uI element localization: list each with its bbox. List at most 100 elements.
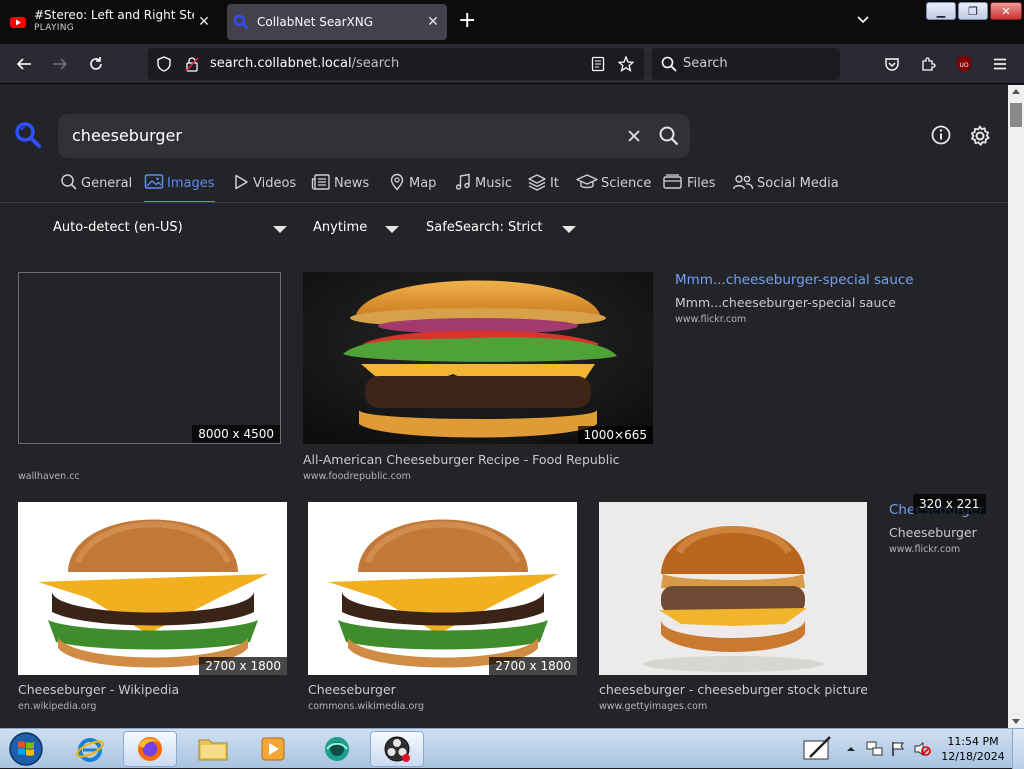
chevron-down-icon[interactable]: [385, 226, 399, 233]
restore-button[interactable]: ❐: [958, 2, 988, 20]
taskbar-app[interactable]: [310, 731, 364, 767]
result-url: wallhaven.cc: [18, 471, 80, 482]
tab-files[interactable]: Files: [662, 173, 716, 203]
taskbar-internet-explorer[interactable]: [63, 731, 117, 767]
search-input[interactable]: cheeseburger: [72, 126, 182, 145]
result-title[interactable]: Cheeseburger: [308, 682, 578, 697]
tab-social-media[interactable]: Social Media: [732, 173, 839, 203]
reader-view-icon[interactable]: [590, 56, 606, 72]
burger-photo-image: [303, 272, 653, 444]
tab-close-icon[interactable]: ✕: [194, 14, 214, 30]
taskbar-firefox[interactable]: [123, 731, 177, 767]
result-url: www.flickr.com: [675, 314, 747, 325]
reload-button[interactable]: [84, 52, 108, 76]
result-title[interactable]: Cheeseburger - Wikipedia: [18, 682, 288, 697]
tab-close-icon[interactable]: ✕: [423, 14, 443, 30]
network-icon[interactable]: [866, 741, 884, 757]
image-dimensions: 320 x 221: [913, 494, 986, 514]
language-select[interactable]: Auto-detect (en-US): [53, 220, 183, 235]
people-icon: [732, 175, 754, 190]
gear-icon[interactable]: [968, 124, 992, 148]
taskbar-media-player[interactable]: [246, 731, 300, 767]
new-tab-button[interactable]: +: [458, 9, 476, 33]
system-clock[interactable]: 11:54 PM 12/18/2024: [938, 734, 1008, 764]
extensions-button[interactable]: [916, 52, 940, 76]
tab-it[interactable]: It: [527, 173, 559, 203]
result-url: www.gettyimages.com: [599, 701, 708, 712]
reload-icon: [90, 57, 102, 70]
files-icon: [663, 174, 682, 189]
pocket-button[interactable]: [880, 52, 904, 76]
url-bar[interactable]: search.collabnet.local/search: [148, 48, 644, 80]
bookmark-star-icon[interactable]: [618, 56, 634, 72]
hamburger-menu-icon: [994, 58, 1006, 70]
tray-expand-icon[interactable]: [846, 744, 856, 754]
tab-title: #Stereo: Left and Right Stereo S: [34, 9, 194, 22]
result-title-link[interactable]: Mmm...cheeseburger-special sauce: [675, 272, 914, 288]
tab-general[interactable]: General: [60, 173, 132, 203]
volume-muted-icon[interactable]: [913, 741, 931, 757]
chevron-down-icon[interactable]: [273, 226, 287, 233]
image-result-thumbnail[interactable]: 2700 x 1800: [308, 502, 577, 675]
tab-news[interactable]: News: [311, 173, 369, 203]
safesearch-select[interactable]: SafeSearch: Strict: [426, 220, 543, 235]
app-menu-button[interactable]: [988, 52, 1012, 76]
tab-science[interactable]: Science: [576, 173, 651, 203]
browser-search-field[interactable]: Search: [652, 48, 840, 80]
ublock-button[interactable]: UO: [952, 52, 976, 76]
tab-images[interactable]: Images: [144, 173, 215, 203]
result-title[interactable]: All-American Cheeseburger Recipe - Food …: [303, 452, 663, 467]
clock-date: 12/18/2024: [941, 750, 1005, 763]
image-dimensions: 8000 x 4500: [192, 425, 280, 443]
firefox-icon: [138, 737, 162, 761]
tab-stereo[interactable]: #Stereo: Left and Right Stereo S PLAYING…: [4, 4, 218, 40]
tab-label: Files: [687, 176, 716, 191]
start-button[interactable]: [0, 731, 52, 767]
lock-warning-icon[interactable]: [184, 56, 200, 72]
pen-tablet-icon[interactable]: [802, 735, 834, 763]
back-button[interactable]: [12, 52, 36, 76]
tab-map[interactable]: Map: [388, 173, 436, 203]
tab-strip: #Stereo: Left and Right Stereo S PLAYING…: [0, 0, 1024, 44]
page-scrollbar[interactable]: [1008, 85, 1024, 728]
newspaper-icon: [311, 174, 330, 190]
clock-time: 11:54 PM: [947, 735, 999, 748]
clear-icon[interactable]: [624, 126, 644, 146]
windows-taskbar: 11:54 PM 12/18/2024: [0, 728, 1024, 769]
show-desktop-button[interactable]: [1012, 729, 1024, 769]
result-description: Cheeseburger: [889, 525, 977, 540]
image-result-thumbnail[interactable]: 8000 x 4500: [18, 272, 281, 444]
scrollbar-thumb[interactable]: [1010, 103, 1022, 127]
tab-label: Social Media: [757, 176, 839, 191]
close-window-button[interactable]: ✕: [990, 2, 1022, 20]
forward-button[interactable]: [48, 52, 72, 76]
info-icon[interactable]: [930, 124, 952, 146]
shield-icon[interactable]: [156, 56, 172, 72]
graduation-cap-icon: [576, 174, 598, 189]
tab-searxng[interactable]: CollabNet SearXNG ✕: [227, 4, 447, 40]
music-icon: [455, 173, 470, 190]
image-icon: [144, 174, 164, 189]
tab-videos[interactable]: Videos: [232, 173, 296, 203]
search-icon: [61, 174, 77, 190]
scroll-down-arrow-icon[interactable]: [1012, 719, 1020, 724]
chevron-down-icon[interactable]: [562, 226, 576, 233]
ublock-origin-icon: UO: [957, 56, 971, 72]
minimize-button[interactable]: ▁: [926, 2, 956, 20]
taskbar-obs[interactable]: [370, 731, 424, 767]
url-path: /search: [351, 56, 400, 71]
tab-music[interactable]: Music: [454, 173, 512, 203]
image-result-thumbnail[interactable]: 2700 x 1800: [18, 502, 287, 675]
image-dimensions: 1000×665: [577, 426, 653, 444]
searxng-logo-icon[interactable]: [14, 121, 42, 149]
time-range-select[interactable]: Anytime: [313, 220, 367, 235]
image-result-thumbnail[interactable]: 1000×665: [303, 272, 653, 444]
result-title[interactable]: cheeseburger - cheeseburger stock pictur…: [599, 682, 867, 697]
scroll-up-arrow-icon[interactable]: [1012, 89, 1020, 94]
taskbar-file-explorer[interactable]: [186, 731, 240, 767]
flag-icon[interactable]: [890, 741, 906, 757]
search-submit-icon[interactable]: [658, 125, 680, 147]
tab-label: Map: [409, 176, 437, 191]
chevron-down-icon[interactable]: [855, 12, 871, 28]
image-result-thumbnail[interactable]: [599, 502, 867, 675]
